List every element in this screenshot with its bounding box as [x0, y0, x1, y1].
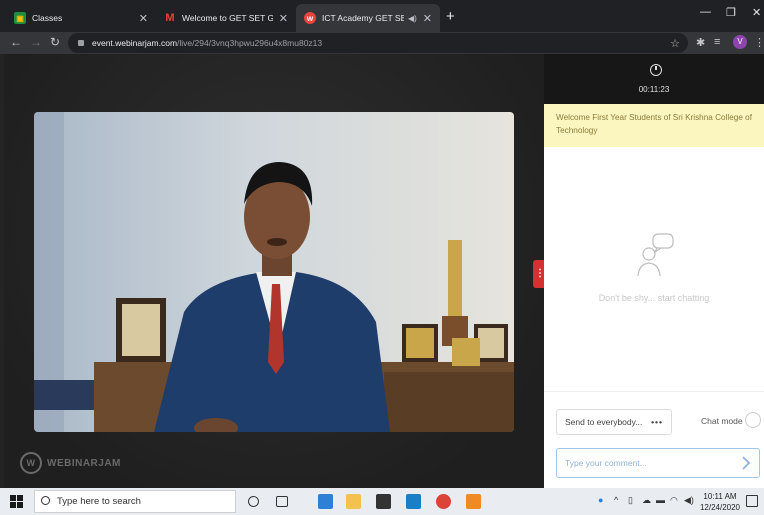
back-icon[interactable]: ← [10, 35, 22, 49]
watermark-text: WEBINARJAM [47, 457, 121, 469]
search-placeholder: Type here to search [57, 496, 141, 507]
speaker-icon[interactable]: ◀) [408, 14, 417, 23]
chevron-up-icon[interactable]: ^ [614, 495, 618, 505]
windows-start-icon[interactable] [10, 495, 23, 508]
cortana-icon[interactable] [248, 496, 259, 507]
url-host: event.webinarjam.com [92, 38, 178, 48]
gmail-icon: M [165, 12, 175, 24]
tab-title: Welcome to GET SET GO - 1 day [182, 13, 273, 23]
send-to-select[interactable]: Send to everybody... ••• [556, 409, 672, 435]
timer-box: 00:11:23 [544, 54, 764, 104]
browser-toolbar: ← → ↻ event.webinarjam.com /live/294/3vn… [0, 32, 764, 54]
address-bar[interactable]: event.webinarjam.com /live/294/3vnq3hpwu… [68, 33, 688, 53]
tab-title: ICT Academy GET SET GO 20 [322, 13, 404, 23]
google-classroom-icon: ▣ [14, 12, 26, 24]
help-icon[interactable]: ● [598, 495, 603, 505]
file-explorer-icon[interactable] [346, 494, 361, 509]
profile-avatar[interactable]: V [733, 35, 747, 49]
send-to-label: Send to everybody... [565, 417, 643, 427]
chat-empty-icon [637, 233, 674, 277]
restore-icon[interactable]: ❐ [726, 6, 736, 19]
screen: ▣ Classes ✕ M Welcome to GET SET GO - 1 … [0, 0, 764, 515]
presenter-image [34, 112, 514, 432]
taskbar-search-input[interactable]: Type here to search [34, 490, 236, 513]
window-close-icon[interactable]: ✕ [752, 6, 761, 19]
chat-controls: Send to everybody... ••• Chat mode Type … [544, 391, 764, 488]
bookmark-star-icon[interactable]: ☆ [670, 37, 680, 50]
windows-taskbar: Type here to search ● ^ ▯ ☁ ▬ ◠ ◀) 10:11… [0, 488, 764, 515]
webinarjam-watermark: W WEBINARJAM [20, 452, 121, 474]
battery-icon[interactable]: ▬ [656, 495, 665, 505]
empty-chat-message: Don't be shy... start chatting [598, 293, 710, 303]
new-tab-icon[interactable]: + [446, 8, 455, 25]
close-tab-icon[interactable]: ✕ [279, 12, 288, 25]
url-path: /live/294/3vnq3hpwu296u4x8mu80z13 [177, 38, 323, 48]
forward-icon[interactable]: → [30, 35, 42, 49]
reload-icon[interactable]: ↻ [50, 35, 60, 49]
cloud-icon[interactable]: ☁ [642, 495, 651, 506]
taskbar-clock[interactable]: 10:11 AM 12/24/2020 [698, 491, 742, 513]
minimize-icon[interactable]: — [700, 6, 711, 18]
more-options-icon[interactable]: ••• [651, 417, 663, 427]
task-view-icon[interactable] [276, 496, 288, 507]
elapsed-timer: 00:11:23 [638, 85, 670, 94]
notification-icon[interactable] [746, 495, 758, 507]
webinar-page: ⋮ W WEBINARJAM 00:11:23 Welcome First Ye… [0, 54, 764, 488]
tab-title: Classes [32, 13, 63, 23]
volume-icon[interactable]: ◀) [684, 495, 694, 506]
close-tab-icon[interactable]: ✕ [139, 12, 148, 25]
comment-input[interactable]: Type your comment... [556, 448, 760, 478]
search-icon [41, 496, 50, 505]
clock-date: 12/24/2020 [699, 503, 741, 512]
webinarjam-icon: w [304, 12, 316, 24]
clock-time: 10:11 AM [703, 492, 737, 501]
edge-icon[interactable] [318, 494, 333, 509]
send-arrow-icon[interactable] [741, 455, 751, 471]
tab-classes[interactable]: ▣ Classes ✕ [6, 4, 156, 32]
tray-app-icon[interactable]: ▯ [628, 495, 633, 506]
chat-mode-label: Chat mode [701, 416, 743, 426]
media-icon[interactable]: ≡ [714, 36, 720, 48]
presenter-video [34, 112, 514, 432]
chat-mode-toggle[interactable] [745, 412, 761, 428]
tab-webinarjam[interactable]: w ICT Academy GET SET GO 20 ◀) ✕ [296, 4, 440, 32]
lock-icon [78, 40, 84, 46]
wifi-icon[interactable]: ◠ [670, 495, 678, 506]
browser-tab-strip: ▣ Classes ✕ M Welcome to GET SET GO - 1 … [0, 0, 764, 32]
store-icon[interactable] [376, 494, 391, 509]
close-tab-icon[interactable]: ✕ [423, 12, 432, 25]
extensions-icon[interactable]: ✱ [696, 36, 705, 49]
webinarjam-logo-icon: W [20, 452, 42, 474]
chrome-icon[interactable] [436, 494, 451, 509]
comment-placeholder: Type your comment... [565, 458, 647, 468]
app-icon[interactable] [466, 494, 481, 509]
mail-icon[interactable] [406, 494, 421, 509]
video-stage: ⋮ W WEBINARJAM [4, 54, 547, 488]
clock-icon [650, 64, 662, 76]
welcome-banner: Welcome First Year Students of Sri Krish… [544, 104, 764, 147]
chat-panel: 00:11:23 Welcome First Year Students of … [544, 54, 764, 488]
tab-gmail[interactable]: M Welcome to GET SET GO - 1 day ✕ [156, 4, 296, 32]
menu-icon[interactable]: ⋮ [754, 36, 764, 49]
